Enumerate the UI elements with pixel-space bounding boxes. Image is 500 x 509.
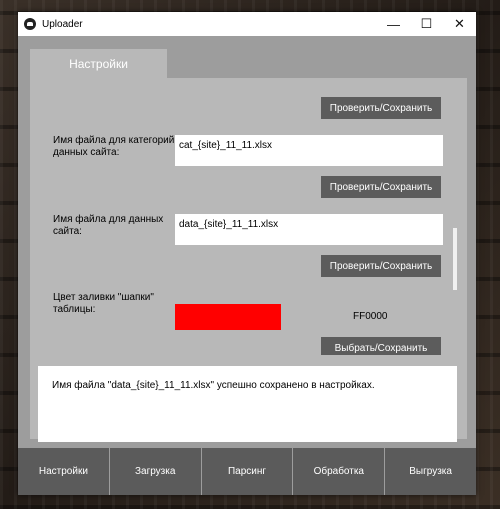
app-window: Uploader — ☐ ✕ Настройки Проверить/Сохра…	[18, 12, 476, 495]
nav-upload[interactable]: Загрузка	[109, 448, 202, 495]
data-file-label: Имя файла для данных сайта:	[53, 214, 164, 237]
window-controls: — ☐ ✕	[377, 12, 476, 36]
app-icon	[24, 18, 36, 30]
check-save-button-top[interactable]: Проверить/Сохранить	[321, 97, 441, 119]
status-message: Имя файла "data_{site}_11_11.xlsx" успеш…	[52, 380, 375, 391]
data-file-input[interactable]: data_{site}_11_11.xlsx	[175, 214, 443, 245]
minimize-button[interactable]: —	[377, 12, 410, 36]
category-file-label: Имя файла для категорий данных сайта:	[53, 135, 175, 158]
check-save-button-data[interactable]: Проверить/Сохранить	[321, 255, 441, 277]
scrollbar-thumb[interactable]	[453, 228, 457, 290]
header-color-swatch[interactable]	[175, 304, 281, 330]
choose-save-color-button[interactable]: Выбрать/Сохранить	[321, 337, 441, 355]
nav-parsing[interactable]: Парсинг	[201, 448, 294, 495]
close-button[interactable]: ✕	[443, 12, 476, 36]
status-log: Имя файла "data_{site}_11_11.xlsx" успеш…	[38, 366, 457, 442]
nav-export[interactable]: Выгрузка	[385, 448, 476, 495]
nav-processing[interactable]: Обработка	[293, 448, 386, 495]
maximize-button[interactable]: ☐	[410, 12, 443, 36]
settings-panel: Проверить/Сохранить Имя файла для катего…	[30, 78, 467, 442]
check-save-button-category[interactable]: Проверить/Сохранить	[321, 176, 441, 198]
category-file-input[interactable]: cat_{site}_11_11.xlsx	[175, 135, 443, 166]
header-color-hex: FF0000	[353, 311, 388, 322]
header-color-label: Цвет заливки "шапки" таблицы:	[53, 292, 154, 315]
nav-settings[interactable]: Настройки	[18, 448, 110, 495]
window-title: Uploader	[42, 18, 83, 30]
settings-scroll-area[interactable]: Проверить/Сохранить Имя файла для катего…	[30, 78, 467, 355]
bottom-navigation: Настройки Загрузка Парсинг Обработка Выг…	[18, 448, 476, 495]
tab-settings[interactable]: Настройки	[30, 49, 167, 79]
title-bar[interactable]: Uploader — ☐ ✕	[18, 12, 476, 36]
